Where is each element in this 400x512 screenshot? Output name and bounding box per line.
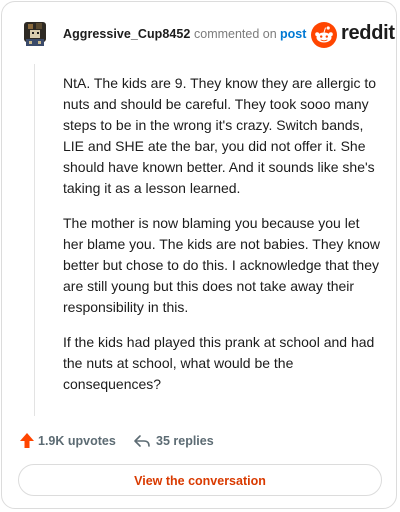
reddit-logo[interactable]: reddit [311, 20, 395, 48]
reply-count: 35 replies [156, 434, 214, 448]
comment-paragraph-1: NtA. The kids are 9. They know they are … [63, 75, 377, 196]
commented-on-text: commented on [194, 27, 277, 41]
comment-paragraph-2: The mother is now blaming you because yo… [63, 215, 380, 315]
reddit-wordmark: reddit [341, 22, 395, 44]
reddit-snoo-icon [311, 22, 337, 48]
post-link[interactable]: post [280, 27, 306, 41]
thread-line [34, 64, 35, 416]
comment-paragraph-3: If the kids had played this prank at sch… [63, 334, 375, 392]
upvote-arrow-icon[interactable] [19, 432, 35, 449]
comment-author[interactable]: Aggressive_Cup8452 [63, 27, 190, 41]
comment-embed-card: Aggressive_Cup8452 commented on post red… [1, 1, 397, 509]
view-conversation-button[interactable]: View the conversation [18, 464, 382, 496]
comment-body: NtA. The kids are 9. They know they are … [63, 73, 383, 409]
upvote-count: 1.9K upvotes [38, 434, 116, 448]
comment-stats: 1.9K upvotes 35 replies [19, 431, 389, 451]
reply-arrow-icon[interactable] [133, 433, 151, 449]
user-avatar[interactable] [20, 19, 50, 49]
comment-header: Aggressive_Cup8452 commented on post red… [2, 2, 398, 62]
